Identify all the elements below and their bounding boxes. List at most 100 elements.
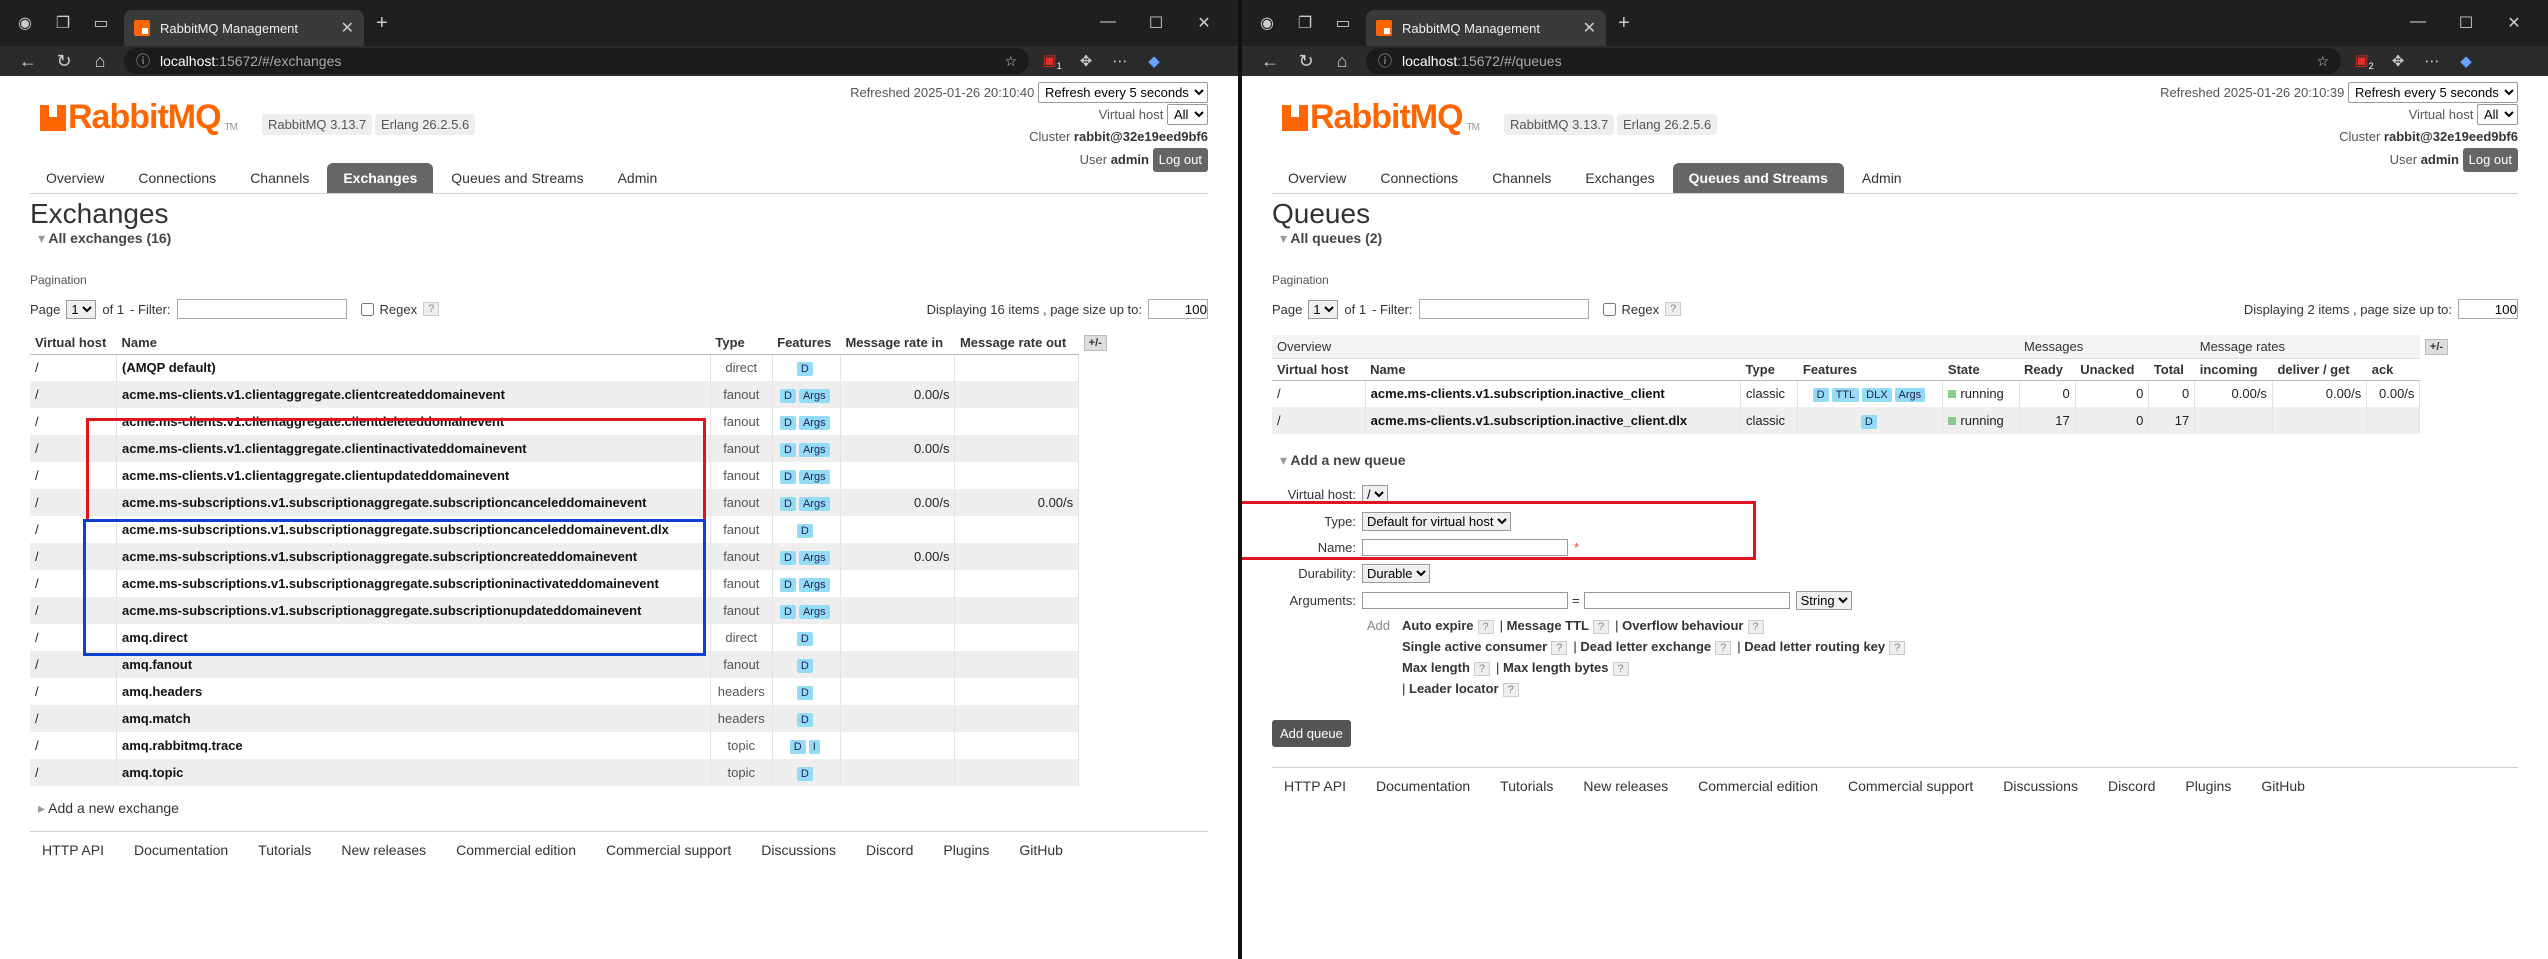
exchange-name-link[interactable]: amq.topic	[116, 759, 711, 786]
argument-key-link[interactable]: Max length bytes	[1503, 660, 1608, 675]
back-icon[interactable]: ←	[1252, 51, 1288, 72]
copilot-icon[interactable]: ◆	[1137, 52, 1171, 70]
extension-icon[interactable]: ▣1	[1035, 51, 1069, 71]
argument-help[interactable]: ?	[1747, 620, 1764, 634]
footer-link[interactable]: GitHub	[1019, 842, 1063, 858]
argument-key-link[interactable]: Single active consumer	[1402, 639, 1547, 654]
footer-link[interactable]: New releases	[1583, 778, 1668, 794]
argument-key-link[interactable]: Overflow behaviour	[1622, 618, 1743, 633]
queue-name-input[interactable]	[1362, 539, 1568, 556]
argument-key-link[interactable]: Message TTL	[1507, 618, 1589, 633]
minimize-icon[interactable]: —	[2394, 13, 2442, 33]
argument-help[interactable]: ?	[1715, 641, 1732, 655]
tab-overview[interactable]: Overview	[30, 163, 120, 193]
workspaces-icon[interactable]: ❐	[1290, 8, 1320, 38]
footer-link[interactable]: Commercial support	[606, 842, 731, 858]
back-icon[interactable]: ←	[10, 51, 46, 72]
footer-link[interactable]: Discussions	[761, 842, 836, 858]
tab-overview[interactable]: Overview	[1272, 163, 1362, 193]
maximize-icon[interactable]: ☐	[2442, 13, 2490, 33]
vhost-select[interactable]: /	[1362, 485, 1388, 504]
logout-button[interactable]: Log out	[1152, 148, 1208, 172]
add-queue-toggle[interactable]: Add a new queue	[1280, 452, 2518, 469]
footer-link[interactable]: Plugins	[943, 842, 989, 858]
queue-type-select[interactable]: Default for virtual host	[1362, 512, 1511, 531]
argument-help[interactable]: ?	[1889, 641, 1906, 655]
exchange-name-link[interactable]: acme.ms-subscriptions.v1.subscriptionagg…	[116, 489, 711, 516]
tab-connections[interactable]: Connections	[122, 163, 232, 193]
new-tab-icon[interactable]: +	[376, 12, 388, 35]
workspaces-icon[interactable]: ❐	[48, 8, 78, 38]
all-exchanges-toggle[interactable]: All exchanges (16)	[38, 230, 1208, 247]
exchange-name-link[interactable]: acme.ms-clients.v1.clientaggregate.clien…	[116, 381, 711, 408]
exchange-name-link[interactable]: amq.headers	[116, 678, 711, 705]
exchange-name-link[interactable]: amq.direct	[116, 624, 711, 651]
col-header[interactable]: +/-	[1079, 331, 1114, 354]
tab-connections[interactable]: Connections	[1364, 163, 1474, 193]
argument-key-link[interactable]: Auto expire	[1402, 618, 1474, 633]
tab-queues-and-streams[interactable]: Queues and Streams	[435, 163, 599, 193]
favorite-star-icon[interactable]: ☆	[1004, 53, 1017, 70]
argument-key-link[interactable]: Leader locator	[1409, 681, 1499, 696]
argument-type-select[interactable]: String	[1795, 591, 1852, 610]
page-size-input[interactable]	[2458, 299, 2518, 319]
browser-tab[interactable]: RabbitMQ Management ✕	[124, 10, 364, 46]
footer-link[interactable]: Commercial edition	[1698, 778, 1818, 794]
minimize-icon[interactable]: —	[1084, 13, 1132, 33]
regex-help[interactable]: ?	[423, 302, 440, 316]
queue-name-link[interactable]: acme.ms-clients.v1.subscription.inactive…	[1365, 380, 1742, 407]
more-menu-icon[interactable]: ⋯	[1103, 52, 1137, 70]
rabbitmq-logo[interactable]: RabbitMQ TM	[1282, 98, 1480, 137]
all-queues-toggle[interactable]: All queues (2)	[1280, 230, 2518, 247]
tab-admin[interactable]: Admin	[602, 163, 674, 193]
argument-help[interactable]: ?	[1551, 641, 1568, 655]
argument-key-input[interactable]	[1362, 592, 1568, 609]
footer-link[interactable]: Commercial edition	[456, 842, 576, 858]
filter-input[interactable]	[176, 299, 347, 319]
footer-link[interactable]: New releases	[341, 842, 426, 858]
footer-link[interactable]: Discussions	[2003, 778, 2078, 794]
maximize-icon[interactable]: ☐	[1132, 13, 1180, 33]
site-info-icon[interactable]: ⓘ	[136, 51, 150, 71]
footer-link[interactable]: Tutorials	[258, 842, 311, 858]
close-window-icon[interactable]: ✕	[1180, 13, 1228, 33]
regex-checkbox[interactable]	[1602, 302, 1616, 316]
add-exchange-toggle[interactable]: ▸ Add a new exchange	[38, 800, 1208, 817]
page-select[interactable]: 1	[1308, 299, 1339, 319]
footer-link[interactable]: HTTP API	[1284, 778, 1346, 794]
exchange-name-link[interactable]: acme.ms-subscriptions.v1.subscriptionagg…	[116, 516, 711, 543]
exchange-name-link[interactable]: amq.fanout	[116, 651, 711, 678]
profile-icon[interactable]: ◉	[10, 8, 40, 38]
filter-input[interactable]	[1418, 299, 1589, 319]
profile-icon[interactable]: ◉	[1252, 8, 1282, 38]
rabbitmq-logo[interactable]: RabbitMQ TM	[40, 98, 238, 137]
more-menu-icon[interactable]: ⋯	[2415, 52, 2449, 70]
argument-key-link[interactable]: Dead letter exchange	[1580, 639, 1711, 654]
footer-link[interactable]: Discord	[2108, 778, 2155, 794]
footer-link[interactable]: Discord	[866, 842, 913, 858]
tab-queues-and-streams[interactable]: Queues and Streams	[1672, 163, 1844, 193]
argument-value-input[interactable]	[1583, 592, 1790, 609]
browser-tab[interactable]: RabbitMQ Management ✕	[1366, 10, 1606, 46]
home-icon[interactable]: ⌂	[82, 51, 118, 72]
exchange-name-link[interactable]: acme.ms-clients.v1.clientaggregate.clien…	[116, 435, 711, 462]
virtual-host-select[interactable]: All	[2477, 104, 2518, 125]
exchange-name-link[interactable]: acme.ms-clients.v1.clientaggregate.clien…	[116, 408, 711, 435]
tab-actions-icon[interactable]: ▭	[1328, 8, 1358, 38]
argument-help[interactable]: ?	[1502, 683, 1519, 697]
regex-help[interactable]: ?	[1665, 302, 1682, 316]
add-queue-button[interactable]: Add queue	[1272, 720, 1351, 747]
exchange-name-link[interactable]: amq.match	[116, 705, 711, 732]
home-icon[interactable]: ⌂	[1324, 51, 1360, 72]
url-field[interactable]: ⓘ localhost :15672/#/queues ☆	[1366, 48, 2341, 74]
exchange-name-link[interactable]: (AMQP default)	[116, 354, 711, 381]
page-size-input[interactable]	[1148, 299, 1208, 319]
close-tab-icon[interactable]: ✕	[341, 18, 354, 38]
footer-link[interactable]: Tutorials	[1500, 778, 1553, 794]
exchange-name-link[interactable]: amq.rabbitmq.trace	[116, 732, 711, 759]
close-window-icon[interactable]: ✕	[2490, 13, 2538, 33]
queue-name-link[interactable]: acme.ms-clients.v1.subscription.inactive…	[1365, 407, 1742, 434]
tab-channels[interactable]: Channels	[234, 163, 325, 193]
exchange-name-link[interactable]: acme.ms-clients.v1.clientaggregate.clien…	[116, 462, 711, 489]
virtual-host-select[interactable]: All	[1167, 104, 1208, 125]
